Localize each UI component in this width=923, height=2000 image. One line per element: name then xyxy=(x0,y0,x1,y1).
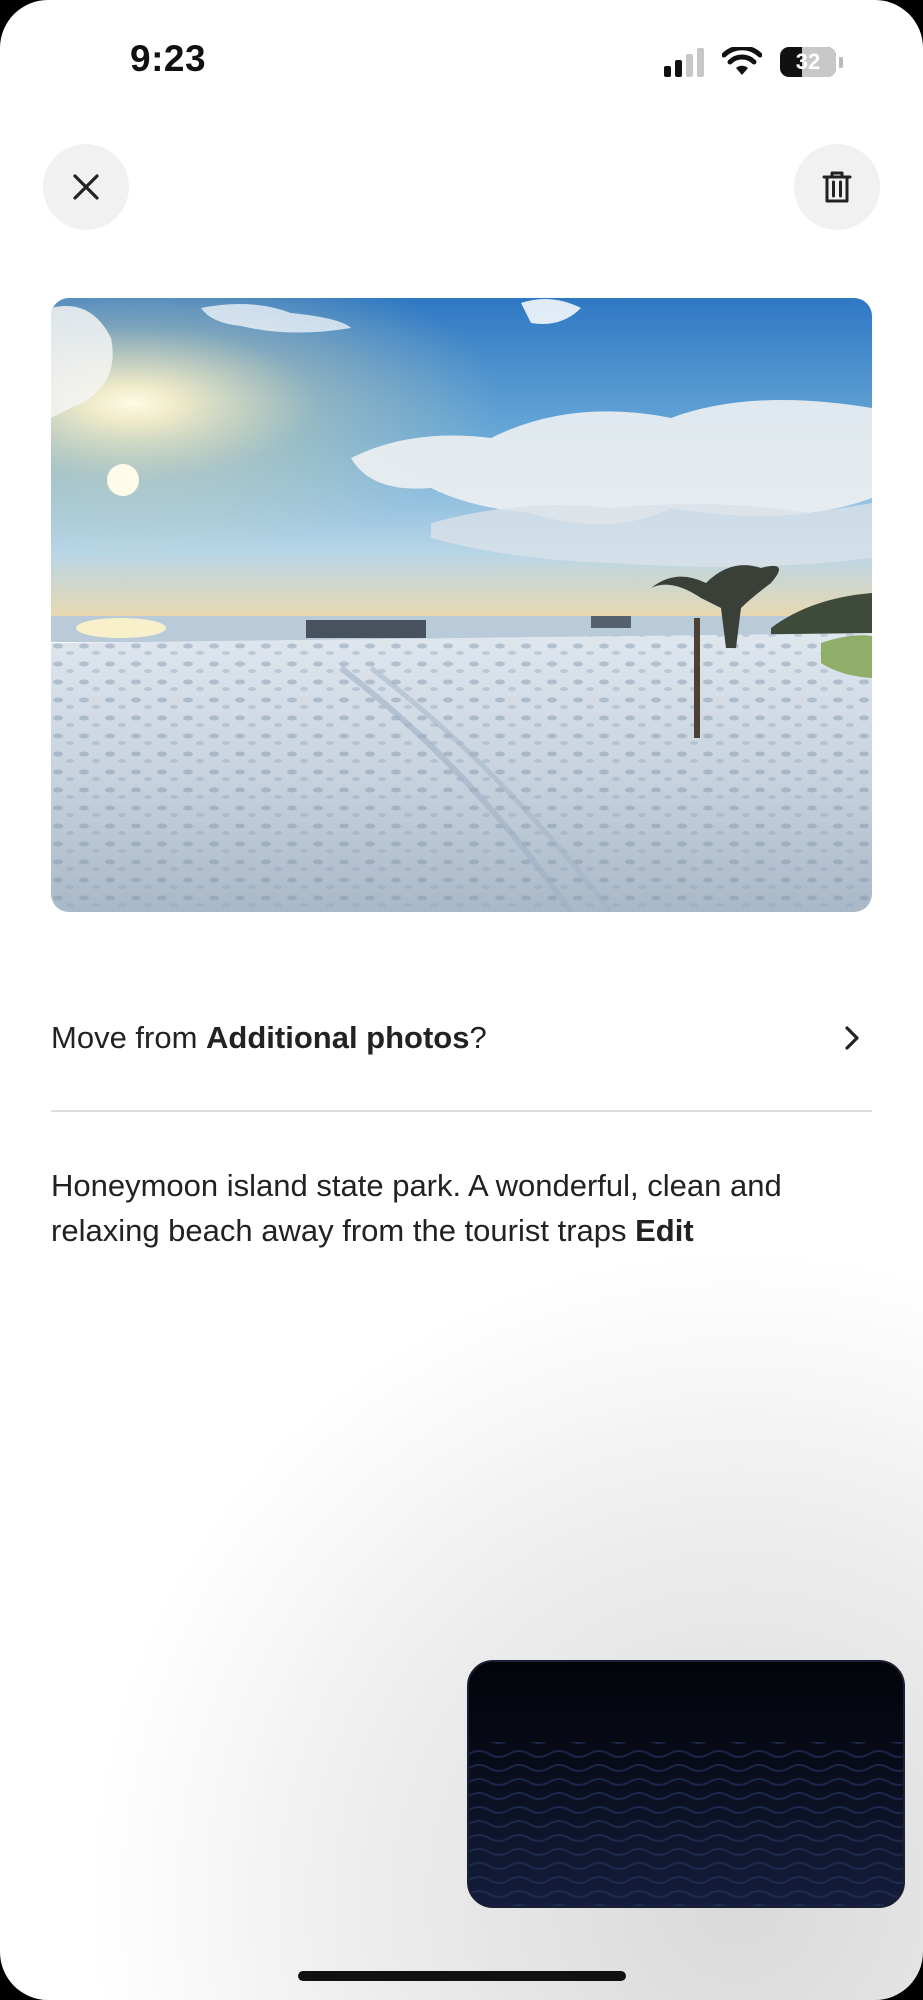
video-preview[interactable] xyxy=(467,1660,905,1908)
move-from-album-row[interactable]: Move from Additional photos? xyxy=(51,1000,872,1075)
move-from-label: Move from Additional photos? xyxy=(51,1020,487,1056)
status-time: 9:23 xyxy=(130,38,207,79)
delete-button[interactable] xyxy=(794,144,880,230)
move-suffix: ? xyxy=(469,1019,487,1055)
home-indicator[interactable] xyxy=(298,1971,626,1981)
trash-icon xyxy=(822,171,852,203)
beach-photo-image xyxy=(51,298,872,912)
album-name: Additional photos xyxy=(206,1019,470,1055)
move-prefix: Move from xyxy=(51,1019,207,1055)
battery-icon: 32 xyxy=(780,47,843,77)
edit-caption-link[interactable]: Edit xyxy=(635,1213,694,1248)
chevron-right-icon xyxy=(845,1025,859,1050)
close-button[interactable] xyxy=(43,144,129,230)
screen: 9:23 32 Move from Additional photos? Hon… xyxy=(0,0,923,2000)
battery-level: 32 xyxy=(795,49,821,74)
beach-photo[interactable] xyxy=(51,298,872,912)
photo-caption: Honeymoon island state park. A wonderful… xyxy=(51,1163,872,1253)
cellular-signal-icon xyxy=(664,47,704,77)
close-icon xyxy=(73,174,99,200)
video-preview-image xyxy=(469,1662,903,1906)
wifi-icon xyxy=(722,47,762,75)
status-icons: 32 xyxy=(664,44,843,80)
divider xyxy=(51,1110,872,1112)
